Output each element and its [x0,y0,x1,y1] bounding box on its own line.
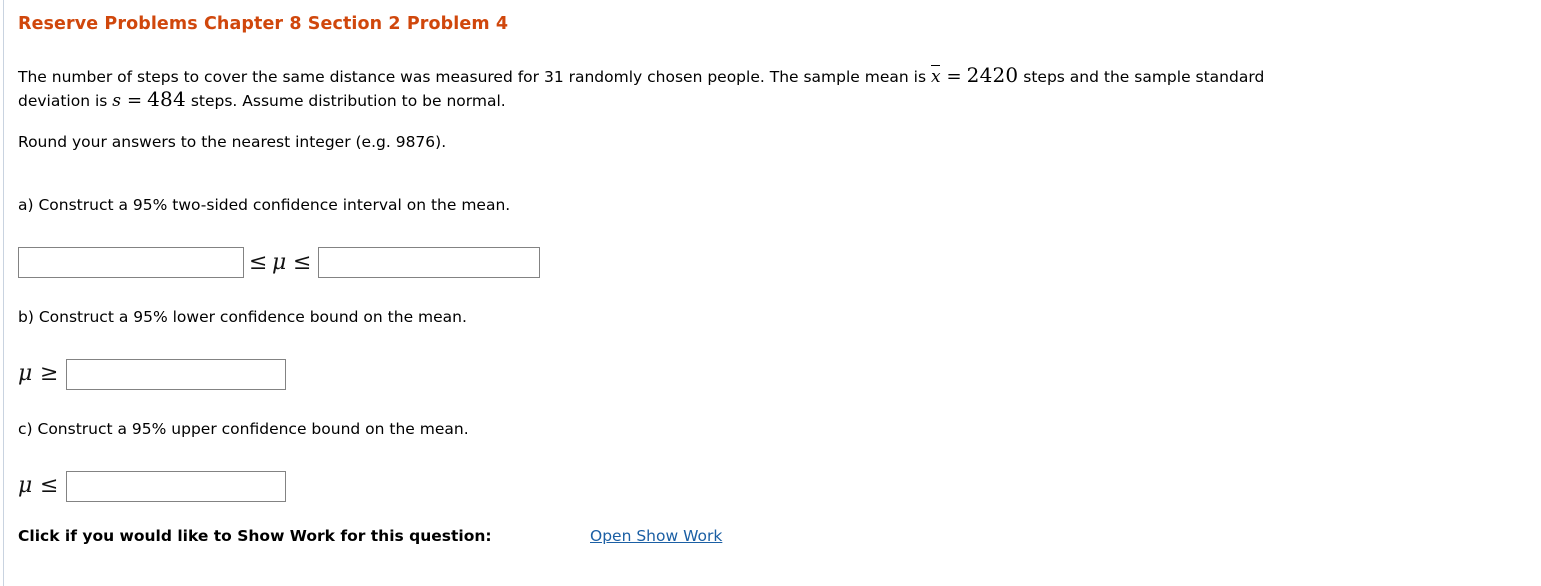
problem-statement-line-1: The number of steps to cover the same di… [18,64,1264,89]
part-c-upper-bound-input[interactable] [66,471,286,502]
part-a-upper-bound-input[interactable] [318,247,540,278]
part-a-lower-bound-input[interactable] [18,247,244,278]
part-c-prompt: c) Construct a 95% upper confidence boun… [18,420,469,438]
math-x-bar-value: 2420 [966,63,1019,87]
math-s-symbol: s [112,91,122,111]
problem-statement-line-2: deviation is s = 484 steps. Assume distrib… [18,88,506,113]
statement-text-1: The number of steps to cover the same di… [18,68,931,86]
math-equals-sign-2: = [127,90,143,111]
part-a-left-relation: ≤ [249,250,268,275]
open-show-work-link[interactable]: Open Show Work [590,527,722,545]
part-c-mu-symbol: μ [18,473,33,498]
page-title: Reserve Problems Chapter 8 Section 2 Pro… [18,14,509,34]
statement-text-4: steps. Assume distribution to be normal. [185,92,506,110]
show-work-label: Click if you would like to Show Work for… [18,527,492,545]
problem-page: Reserve Problems Chapter 8 Section 2 Pro… [0,0,1541,586]
part-b-lower-bound-input[interactable] [66,359,286,390]
math-s-value: 484 [147,87,186,111]
part-a-prompt: a) Construct a 95% two-sided confidence … [18,196,511,214]
part-b-relation: ≥ [40,361,59,386]
part-b-prompt: b) Construct a 95% lower confidence boun… [18,308,467,326]
math-x-bar-symbol: x [930,65,941,87]
statement-text-3: deviation is [18,92,113,110]
part-a-mu-symbol: μ [272,250,287,275]
statement-text-2: steps and the sample standard [1018,68,1265,86]
part-c-relation: ≤ [40,473,59,498]
rounding-instruction: Round your answers to the nearest intege… [18,133,447,151]
part-b-mu-symbol: μ [18,361,33,386]
part-a-right-relation: ≤ [293,250,312,275]
math-equals-sign-1: = [946,66,962,87]
